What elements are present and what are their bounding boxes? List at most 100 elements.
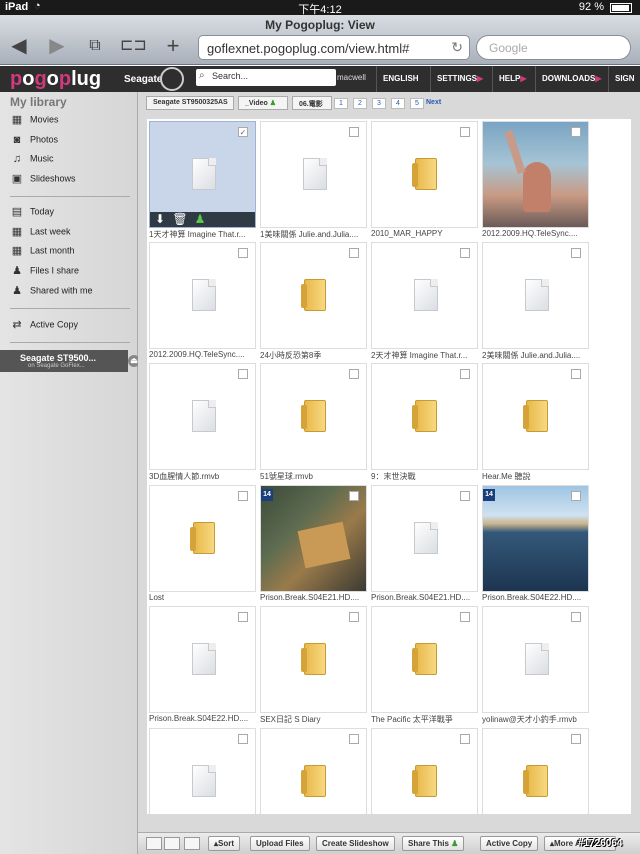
file-label[interactable]: 2010_MAR_HAPPY [371,229,481,238]
file-label[interactable]: 3D血腥情人節.rmvb [149,471,259,482]
sidebar-item-photos[interactable]: ◙ Photos [10,134,58,150]
nav-sign[interactable]: SIGN [608,66,640,92]
file-label[interactable]: 24小時反恐第8季 [260,350,370,361]
tabs-icon[interactable]: ⧉ [82,35,108,57]
grid-view-icon[interactable] [164,837,180,850]
select-checkbox[interactable] [571,612,581,622]
create-slideshow-button[interactable]: Create Slideshow [316,836,395,851]
select-checkbox[interactable] [571,369,581,379]
file-label[interactable]: 1美味關係 Julie.and.Julia.... [260,229,370,240]
page-2[interactable]: 2 [353,98,367,109]
select-checkbox[interactable] [238,491,248,501]
file-tile[interactable] [371,121,478,228]
reload-icon[interactable]: ↻ [451,39,463,56]
bookmarks-icon[interactable]: ⊏⊐ [120,35,147,57]
select-checkbox[interactable] [349,369,359,379]
file-label[interactable]: The Pacific 太平洋戰爭 [371,714,481,725]
nav-help[interactable]: HELP▶ [492,66,533,92]
file-label[interactable]: 2012.2009.HQ.TeleSync.... [482,229,592,238]
select-checkbox[interactable] [460,248,470,258]
file-tile[interactable] [260,363,367,470]
select-checkbox[interactable] [571,734,581,744]
share-user-icon[interactable]: ♟ [190,212,210,227]
file-label[interactable]: 51號星球.rmvb [260,471,370,482]
file-tile[interactable] [260,728,367,814]
sidebar-item-today[interactable]: ▤ Today [10,206,54,222]
file-tile[interactable] [260,121,367,228]
file-tile[interactable] [260,606,367,713]
download-icon[interactable]: ⬇ [150,212,170,227]
page-1[interactable]: 1 [334,98,348,109]
select-checkbox[interactable] [349,248,359,258]
forward-icon[interactable]: ▶ [44,35,70,57]
file-tile[interactable] [149,363,256,470]
sidebar-item-active-copy[interactable]: ⇄ Active Copy [10,319,78,335]
file-tile[interactable] [371,606,478,713]
file-label[interactable]: 2天才神算 Imagine That.r... [371,350,481,361]
device-item[interactable]: Seagate ST9500... on Seagate GoFlex... ⏏ [0,350,140,372]
pogoplug-logo[interactable]: pogoplug [10,68,101,91]
upload-files-button[interactable]: Upload Files [250,836,310,851]
sort-button[interactable]: ▴Sort [208,836,241,851]
file-tile[interactable] [149,728,256,814]
select-checkbox[interactable] [238,369,248,379]
file-label[interactable]: SEX日記 S Diary [260,714,370,725]
sidebar-item-last-month[interactable]: ▦ Last month [10,245,75,261]
select-checkbox[interactable] [349,127,359,137]
file-tile[interactable] [371,363,478,470]
back-icon[interactable]: ◀ [6,35,32,57]
file-tile[interactable] [260,242,367,349]
select-checkbox[interactable] [349,612,359,622]
file-label[interactable]: Prison.Break.S04E21.HD.... [260,593,370,602]
trash-icon[interactable]: 🗑 [170,212,190,227]
active-copy-button[interactable]: Active Copy [480,836,539,851]
select-checkbox[interactable] [460,127,470,137]
select-checkbox[interactable] [238,612,248,622]
file-tile[interactable]: ✓ ⬇ 🗑 ♟ [149,121,256,228]
file-tile[interactable]: 14 [260,485,367,592]
file-tile[interactable] [149,242,256,349]
select-checkbox[interactable] [238,734,248,744]
file-label[interactable]: Hear.Me 聽說 [482,471,592,482]
select-checkbox[interactable] [571,127,581,137]
search-input[interactable]: ⌕ Search... [196,69,336,86]
file-tile[interactable] [371,728,478,814]
file-tile[interactable] [482,606,589,713]
file-tile[interactable] [149,606,256,713]
page-4[interactable]: 4 [391,98,405,109]
file-tile[interactable] [482,363,589,470]
file-tile[interactable] [149,485,256,592]
add-bookmark-icon[interactable]: + [160,35,186,57]
share-this-button[interactable]: Share This ♟ [402,836,465,851]
file-label[interactable]: Prison.Break.S04E22.HD.... [149,714,259,723]
select-checkbox[interactable] [238,248,248,258]
file-label[interactable]: 2012.2009.HQ.TeleSync.... [149,350,259,359]
file-label[interactable]: Prison.Break.S04E21.HD.... [371,593,481,602]
list-view-icon[interactable] [146,837,162,850]
page-5[interactable]: 5 [410,98,424,109]
file-tile[interactable] [482,121,589,228]
file-tile[interactable] [482,242,589,349]
sidebar-item-shared-with-me[interactable]: ♟ Shared with me [10,285,92,301]
sidebar-item-movies[interactable]: ▦ Movies [10,114,59,130]
select-checkbox[interactable] [349,734,359,744]
search-field[interactable]: Google [476,35,631,60]
breadcrumb-item[interactable]: 06.電影 [292,96,332,110]
sidebar-item-slideshows[interactable]: ▣ Slideshows [10,173,76,189]
sidebar-item-music[interactable]: ♫ Music [10,153,54,169]
file-label[interactable]: Prison.Break.S04E22.HD.... [482,593,592,602]
file-tile[interactable]: 14 [482,485,589,592]
file-label[interactable]: 9：末世決戰 [371,471,481,482]
select-checkbox[interactable] [571,248,581,258]
file-label[interactable]: 1天才神算 Imagine That.r... [149,229,259,240]
breadcrumb-item[interactable]: _Video ♟ [238,96,288,110]
next-page-link[interactable]: Next [426,99,441,106]
nav-settings[interactable]: SETTINGS▶ [430,66,489,92]
file-label[interactable]: Lost [149,593,259,602]
file-label[interactable]: yolinaw@天才小釣手.rmvb [482,714,592,725]
nav-english[interactable]: ENGLISH [376,66,425,92]
file-tile[interactable] [371,485,478,592]
breadcrumb-item[interactable]: Seagate ST9500325AS [146,96,234,110]
file-tile[interactable] [482,728,589,814]
select-checkbox[interactable] [460,491,470,501]
